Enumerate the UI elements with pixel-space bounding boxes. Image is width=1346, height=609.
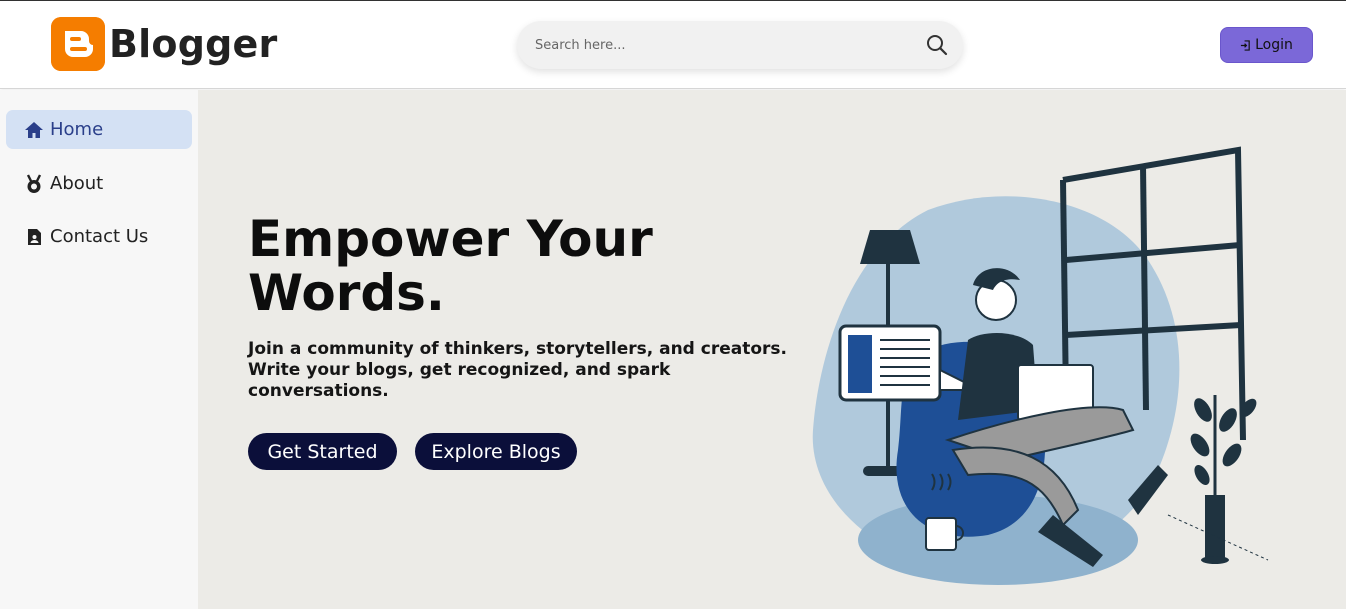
hero-section: Empower Your Words. Join a community of … [198, 90, 1346, 609]
sidebar: Home About Contact Us [0, 90, 198, 609]
page: Blogger Login Home [0, 0, 1346, 609]
medal-icon [26, 173, 42, 193]
man-with-laptop-illustration [812, 146, 1269, 585]
blogger-logo-icon [51, 17, 105, 71]
get-started-button[interactable]: Get Started [248, 433, 397, 470]
sidebar-item-label: Home [50, 119, 104, 140]
brand-logo[interactable]: Blogger [51, 17, 277, 71]
search-bar [517, 21, 963, 69]
search-input[interactable] [535, 37, 915, 53]
home-icon [25, 121, 43, 138]
sidebar-item-about[interactable]: About [6, 164, 192, 203]
sidebar-item-contact[interactable]: Contact Us [6, 217, 192, 256]
hero-subtitle: Join a community of thinkers, storytelle… [248, 339, 787, 401]
sidebar-item-home[interactable]: Home [6, 110, 192, 149]
hero-title: Empower Your Words. [248, 210, 653, 322]
login-button[interactable]: Login [1220, 27, 1313, 63]
sidebar-item-label: About [50, 173, 104, 194]
explore-blogs-button[interactable]: Explore Blogs [415, 433, 577, 470]
login-icon [1241, 39, 1250, 51]
brand-name: Blogger [109, 22, 278, 66]
top-header: Blogger Login [0, 1, 1346, 89]
contact-card-icon [28, 228, 41, 245]
search-icon[interactable] [925, 33, 949, 57]
login-label: Login [1255, 37, 1293, 53]
sidebar-item-label: Contact Us [50, 226, 149, 247]
